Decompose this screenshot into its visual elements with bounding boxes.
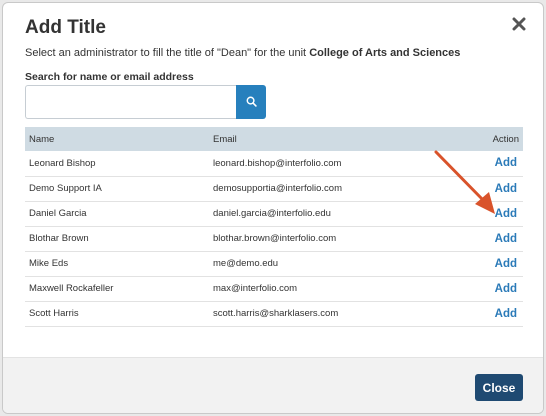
column-header-email: Email [213,133,237,145]
table-row: Demo Support IA demosupportia@interfolio… [25,176,523,201]
close-x-icon[interactable] [508,13,530,35]
row-name: Scott Harris [29,308,79,319]
row-email: me@demo.edu [213,258,279,269]
search-icon [246,95,257,110]
add-title-dialog: Add Title Select an administrator to fil… [2,2,544,414]
dialog-footer: Close [3,357,543,413]
column-header-action: Action [492,133,519,145]
table-row: Maxwell Rockafeller max@interfolio.com A… [25,276,523,301]
close-button[interactable]: Close [475,374,523,401]
add-link[interactable]: Add [495,283,517,295]
administrators-table: Name Email Action Leonard Bishop leonard… [25,127,523,327]
search-button[interactable] [236,85,266,119]
row-email: leonard.bishop@interfolio.com [213,157,342,169]
row-email: scott.harris@sharklasers.com [213,308,339,319]
add-link[interactable]: Add [495,258,517,270]
unit-name: College of Arts and Sciences [309,47,461,59]
row-name: Leonard Bishop [29,157,96,169]
add-link[interactable]: Add [495,183,517,195]
column-header-name: Name [29,133,55,145]
row-name: Maxwell Rockafeller [29,283,114,294]
row-name: Demo Support IA [29,183,102,194]
table-row: Blothar Brown blothar.brown@interfolio.c… [25,226,523,251]
table-row: Scott Harris scott.harris@sharklasers.co… [25,301,523,326]
add-link[interactable]: Add [495,233,517,245]
add-link[interactable]: Add [495,308,517,320]
add-link[interactable]: Add [495,208,517,220]
table-header-row: Name Email Action [25,127,523,151]
row-name: Daniel Garcia [29,208,87,219]
row-email: blothar.brown@interfolio.com [213,233,337,244]
instruction-text: Select an administrator to fill the titl… [25,47,310,59]
table-row: Daniel Garcia daniel.garcia@interfolio.e… [25,201,523,226]
row-email: demosupportia@interfolio.com [213,183,342,194]
search-label: Search for name or email address [25,71,194,83]
row-name: Mike Eds [29,258,69,269]
row-name: Blothar Brown [29,233,89,244]
row-email: max@interfolio.com [213,283,298,294]
dialog-title: Add Title [25,17,106,38]
search-input[interactable] [25,85,236,119]
row-email: daniel.garcia@interfolio.edu [213,208,331,219]
table-row: Mike Eds me@demo.edu Add [25,251,523,276]
dialog-instruction: Select an administrator to fill the titl… [25,47,460,59]
table-row: Leonard Bishop leonard.bishop@interfolio… [25,151,523,176]
add-link[interactable]: Add [495,157,517,169]
